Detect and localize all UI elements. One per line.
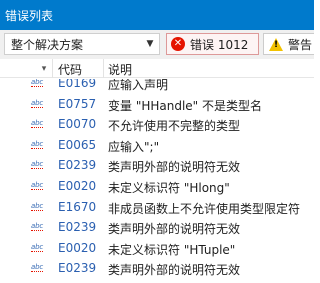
error-description: 未定义标识符 "Hlong" [108, 180, 230, 195]
errors-filter-button[interactable]: ✕ 错误 1012 [166, 33, 259, 55]
error-code-link[interactable]: E0020 [58, 179, 96, 193]
error-description: 类声明外部的说明符无效 [108, 222, 241, 237]
error-description: 应输入声明 [108, 79, 169, 92]
intellisense-error-icon: abc [31, 119, 43, 129]
intellisense-error-icon: abc [31, 222, 43, 232]
warning-icon: ! [269, 37, 283, 51]
table-row[interactable]: abc E0239 类声明外部的说明符无效 [0, 258, 314, 279]
intellisense-error-icon: abc [31, 242, 43, 252]
table-row[interactable]: abc E0239 类声明外部的说明符无效 [0, 155, 314, 176]
error-list-toolbar: 整个解决方案 ▼ ✕ 错误 1012 ! 警告 [0, 30, 314, 59]
error-description: 类声明外部的说明符无效 [108, 263, 241, 278]
error-description: 非成员函数上不允许使用类型限定符 [108, 201, 301, 216]
intellisense-error-icon: abc [31, 160, 43, 170]
column-divider[interactable] [52, 59, 53, 78]
error-icon: ✕ [171, 37, 185, 51]
error-description: 变量 "HHandle" 不是类型名 [108, 98, 263, 113]
error-description: 不允许使用不完整的类型 [108, 119, 241, 134]
error-code-link[interactable]: E0239 [58, 158, 96, 172]
window-title: 错误列表 [5, 8, 54, 23]
chevron-down-icon[interactable]: ▼ [143, 37, 157, 51]
scope-dropdown-value: 整个解决方案 [11, 37, 84, 52]
error-code-link[interactable]: E0169 [58, 79, 96, 90]
table-row[interactable]: abc E0239 类声明外部的说明符无效 [0, 217, 314, 238]
table-row[interactable]: abc E0020 未定义标识符 "HTuple" [0, 238, 314, 259]
intellisense-error-icon: abc [31, 139, 43, 149]
window-title-bar: 错误列表 [0, 0, 314, 30]
column-header-code[interactable]: 代码 [58, 61, 82, 78]
table-row[interactable]: abc E0065 应输入";" [0, 135, 314, 156]
error-code-link[interactable]: E0239 [58, 261, 96, 275]
column-divider[interactable] [103, 59, 104, 78]
intellisense-error-icon: abc [31, 98, 43, 108]
intellisense-error-icon: abc [31, 79, 43, 87]
intellisense-error-icon: abc [31, 180, 43, 190]
error-list-table: abc E0169 应输入声明 abc E0757 变量 "HHandle" 不是类型名 a… [0, 79, 314, 283]
table-row[interactable]: abc E0020 未定义标识符 "Hlong" [0, 176, 314, 197]
table-row[interactable]: abc E1670 非成员函数上不允许使用类型限定符 [0, 197, 314, 218]
column-header-description[interactable]: 说明 [108, 61, 132, 78]
sort-icon[interactable]: ▾ [36, 59, 52, 78]
error-code-link[interactable]: E0070 [58, 117, 96, 131]
error-code-link[interactable]: E0757 [58, 97, 96, 111]
error-code-link[interactable]: E0020 [58, 241, 96, 255]
warnings-filter-label: 警告 [288, 37, 313, 52]
scope-dropdown[interactable]: 整个解决方案 ▼ [4, 33, 160, 55]
error-list-rows: abc E0169 应输入声明 abc E0757 变量 "HHandle" 不是类型名 a… [0, 79, 314, 279]
error-description: 类声明外部的说明符无效 [108, 160, 241, 175]
column-header-row: ▾ 代码 说明 [0, 59, 314, 78]
error-code-link[interactable]: E1670 [58, 200, 96, 214]
error-description: 应输入";" [108, 139, 160, 154]
errors-filter-label: 错误 1012 [190, 37, 249, 52]
table-row[interactable]: abc E0169 应输入声明 [0, 79, 314, 94]
warnings-filter-button[interactable]: ! 警告 [263, 33, 314, 55]
intellisense-error-icon: abc [31, 201, 43, 211]
error-description: 未定义标识符 "HTuple" [108, 242, 236, 257]
table-row[interactable]: abc E0757 变量 "HHandle" 不是类型名 [0, 94, 314, 115]
intellisense-error-icon: abc [31, 263, 43, 273]
error-code-link[interactable]: E0065 [58, 138, 96, 152]
table-row[interactable]: abc E0070 不允许使用不完整的类型 [0, 114, 314, 135]
error-code-link[interactable]: E0239 [58, 220, 96, 234]
